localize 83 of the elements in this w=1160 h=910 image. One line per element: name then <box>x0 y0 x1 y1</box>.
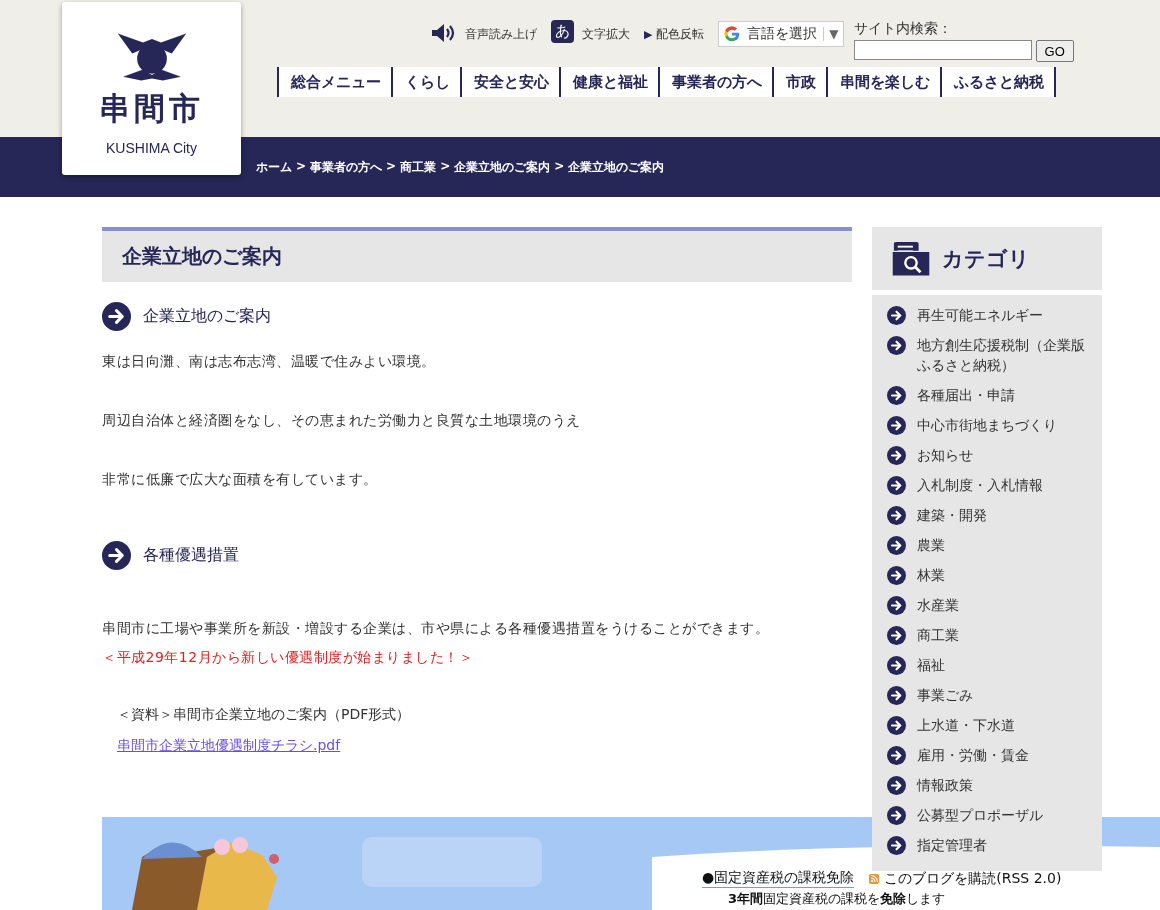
section-heading: 各種優遇措置 <box>143 545 239 566</box>
logo-card[interactable]: 串間市 KUSHIMA City <box>62 2 241 175</box>
banner-link[interactable]: ●固定資産税の課税免除 <box>702 869 855 888</box>
category-link[interactable]: 水産業 <box>917 595 1089 615</box>
google-g-icon <box>723 25 742 43</box>
nav-item[interactable]: 市政 <box>772 67 826 97</box>
category-link[interactable]: 入札制度・入札情報 <box>917 475 1089 495</box>
nav-item[interactable]: 事業者の方へ <box>658 67 772 97</box>
nav-item[interactable]: ふるさと納税 <box>940 67 1056 97</box>
arrow-circle-icon <box>887 836 906 855</box>
page-title: 企業立地のご案内 <box>102 227 852 282</box>
pdf-link[interactable]: 串間市企業立地優遇制度チラシ.pdf <box>117 737 341 753</box>
category-link[interactable]: お知らせ <box>917 445 1089 465</box>
breadcrumb-link[interactable]: 商工業 <box>400 158 437 176</box>
arrow-circle-icon <box>887 306 906 325</box>
read-aloud-link[interactable]: 音声読み上げ <box>465 26 537 43</box>
nav-item[interactable]: 串間を楽しむ <box>826 67 940 97</box>
arrow-circle-icon <box>887 336 906 355</box>
category-link[interactable]: 林業 <box>917 565 1089 585</box>
document-label: ＜資料＞串間市企業立地のご案内（PDF形式） <box>117 706 412 724</box>
arrow-circle-icon <box>887 596 906 615</box>
logo-title: 串間市 <box>99 89 204 128</box>
category-link[interactable]: 商工業 <box>917 625 1089 645</box>
arrow-circle-icon <box>887 806 906 825</box>
color-invert-link[interactable]: ▶ 配色反転 <box>644 26 705 43</box>
breadcrumb-separator: > <box>554 158 565 175</box>
sidebar-title: カテゴリ <box>942 245 1030 273</box>
arrow-circle-icon <box>102 302 131 331</box>
category-link[interactable]: 事業ごみ <box>917 685 1089 705</box>
body-text: 東は日向灘、南は志布志湾、温暖で住みよい環境。 <box>102 353 437 371</box>
nav-item[interactable]: 安全と安心 <box>460 67 559 97</box>
document-search-icon <box>890 239 932 278</box>
logo-subtitle: KUSHIMA City <box>106 140 197 156</box>
category-link[interactable]: 情報政策 <box>917 775 1089 795</box>
breadcrumb-link[interactable]: 事業者の方へ <box>310 158 383 176</box>
language-select[interactable]: 言語を選択 ▼ <box>718 21 844 47</box>
category-link[interactable]: 上水道・下水道 <box>917 715 1089 735</box>
nav-item[interactable]: 総合メニュー <box>277 67 391 97</box>
arrow-circle-icon <box>887 626 906 645</box>
breadcrumb-link[interactable]: ホーム <box>256 158 292 176</box>
banner-text: 3年間固定資産税の課税を免除します <box>728 890 947 908</box>
breadcrumb-separator: > <box>440 158 451 175</box>
arrow-circle-icon <box>887 716 906 735</box>
rss-link[interactable]: このブログを購読(RSS 2.0) <box>884 869 1062 888</box>
arrow-circle-icon <box>102 541 131 570</box>
nav-item[interactable]: くらし <box>391 67 460 97</box>
arrow-circle-icon <box>887 386 906 405</box>
speaker-icon[interactable] <box>431 23 457 43</box>
arrow-circle-icon <box>887 536 906 555</box>
arrow-circle-icon <box>887 746 906 765</box>
search-button[interactable]: GO <box>1035 40 1074 62</box>
body-text: 非常に低廉で広大な面積を有しています。 <box>102 471 379 489</box>
text-size-badge[interactable]: あ <box>551 20 574 43</box>
arrow-circle-icon <box>887 416 906 435</box>
category-link[interactable]: 建築・開発 <box>917 505 1089 525</box>
section-heading: 企業立地のご案内 <box>143 306 271 327</box>
category-link[interactable]: 中心市街地まちづくり <box>917 415 1089 435</box>
text-size-link[interactable]: 文字拡大 <box>582 26 630 43</box>
breadcrumb-separator: > <box>296 158 307 175</box>
arrow-circle-icon <box>887 476 906 495</box>
category-link[interactable]: 地方創生応援税制（企業版ふるさと納税） <box>917 335 1089 375</box>
arrow-circle-icon <box>887 566 906 585</box>
category-link[interactable]: 福祉 <box>917 655 1089 675</box>
rss-icon <box>869 873 880 884</box>
category-link[interactable]: 再生可能エネルギー <box>917 305 1089 325</box>
body-text: 周辺自治体と経済圏をなし、その恵まれた労働力と良質な土地環境のうえ <box>102 412 582 430</box>
search-field[interactable] <box>853 40 1032 60</box>
breadcrumb-separator: > <box>386 158 397 175</box>
category-link[interactable]: 各種届出・申請 <box>917 385 1089 405</box>
arrow-circle-icon <box>887 656 906 675</box>
arrow-circle-icon <box>887 776 906 795</box>
arrow-circle-icon <box>887 686 906 705</box>
body-text: 串間市に工場や事業所を新設・増設する企業は、市や県による各種優遇措置をうけることができます。 <box>102 620 770 638</box>
nav-item[interactable]: 健康と福祉 <box>559 67 658 97</box>
arrow-circle-icon <box>887 446 906 465</box>
search-label: サイト内検索： <box>853 20 953 38</box>
category-link[interactable]: 雇用・労働・賃金 <box>917 745 1089 765</box>
notice-text: ＜平成29年12月から新しい優遇制度が始まりました！＞ <box>102 649 475 667</box>
arrow-circle-icon <box>887 506 906 525</box>
category-link[interactable]: 指定管理者 <box>917 835 1089 855</box>
category-link[interactable]: 農業 <box>917 535 1089 555</box>
breadcrumb-link[interactable]: 企業立地のご案内 <box>454 158 551 176</box>
category-link[interactable]: 公募型プロポーザル <box>917 805 1089 825</box>
